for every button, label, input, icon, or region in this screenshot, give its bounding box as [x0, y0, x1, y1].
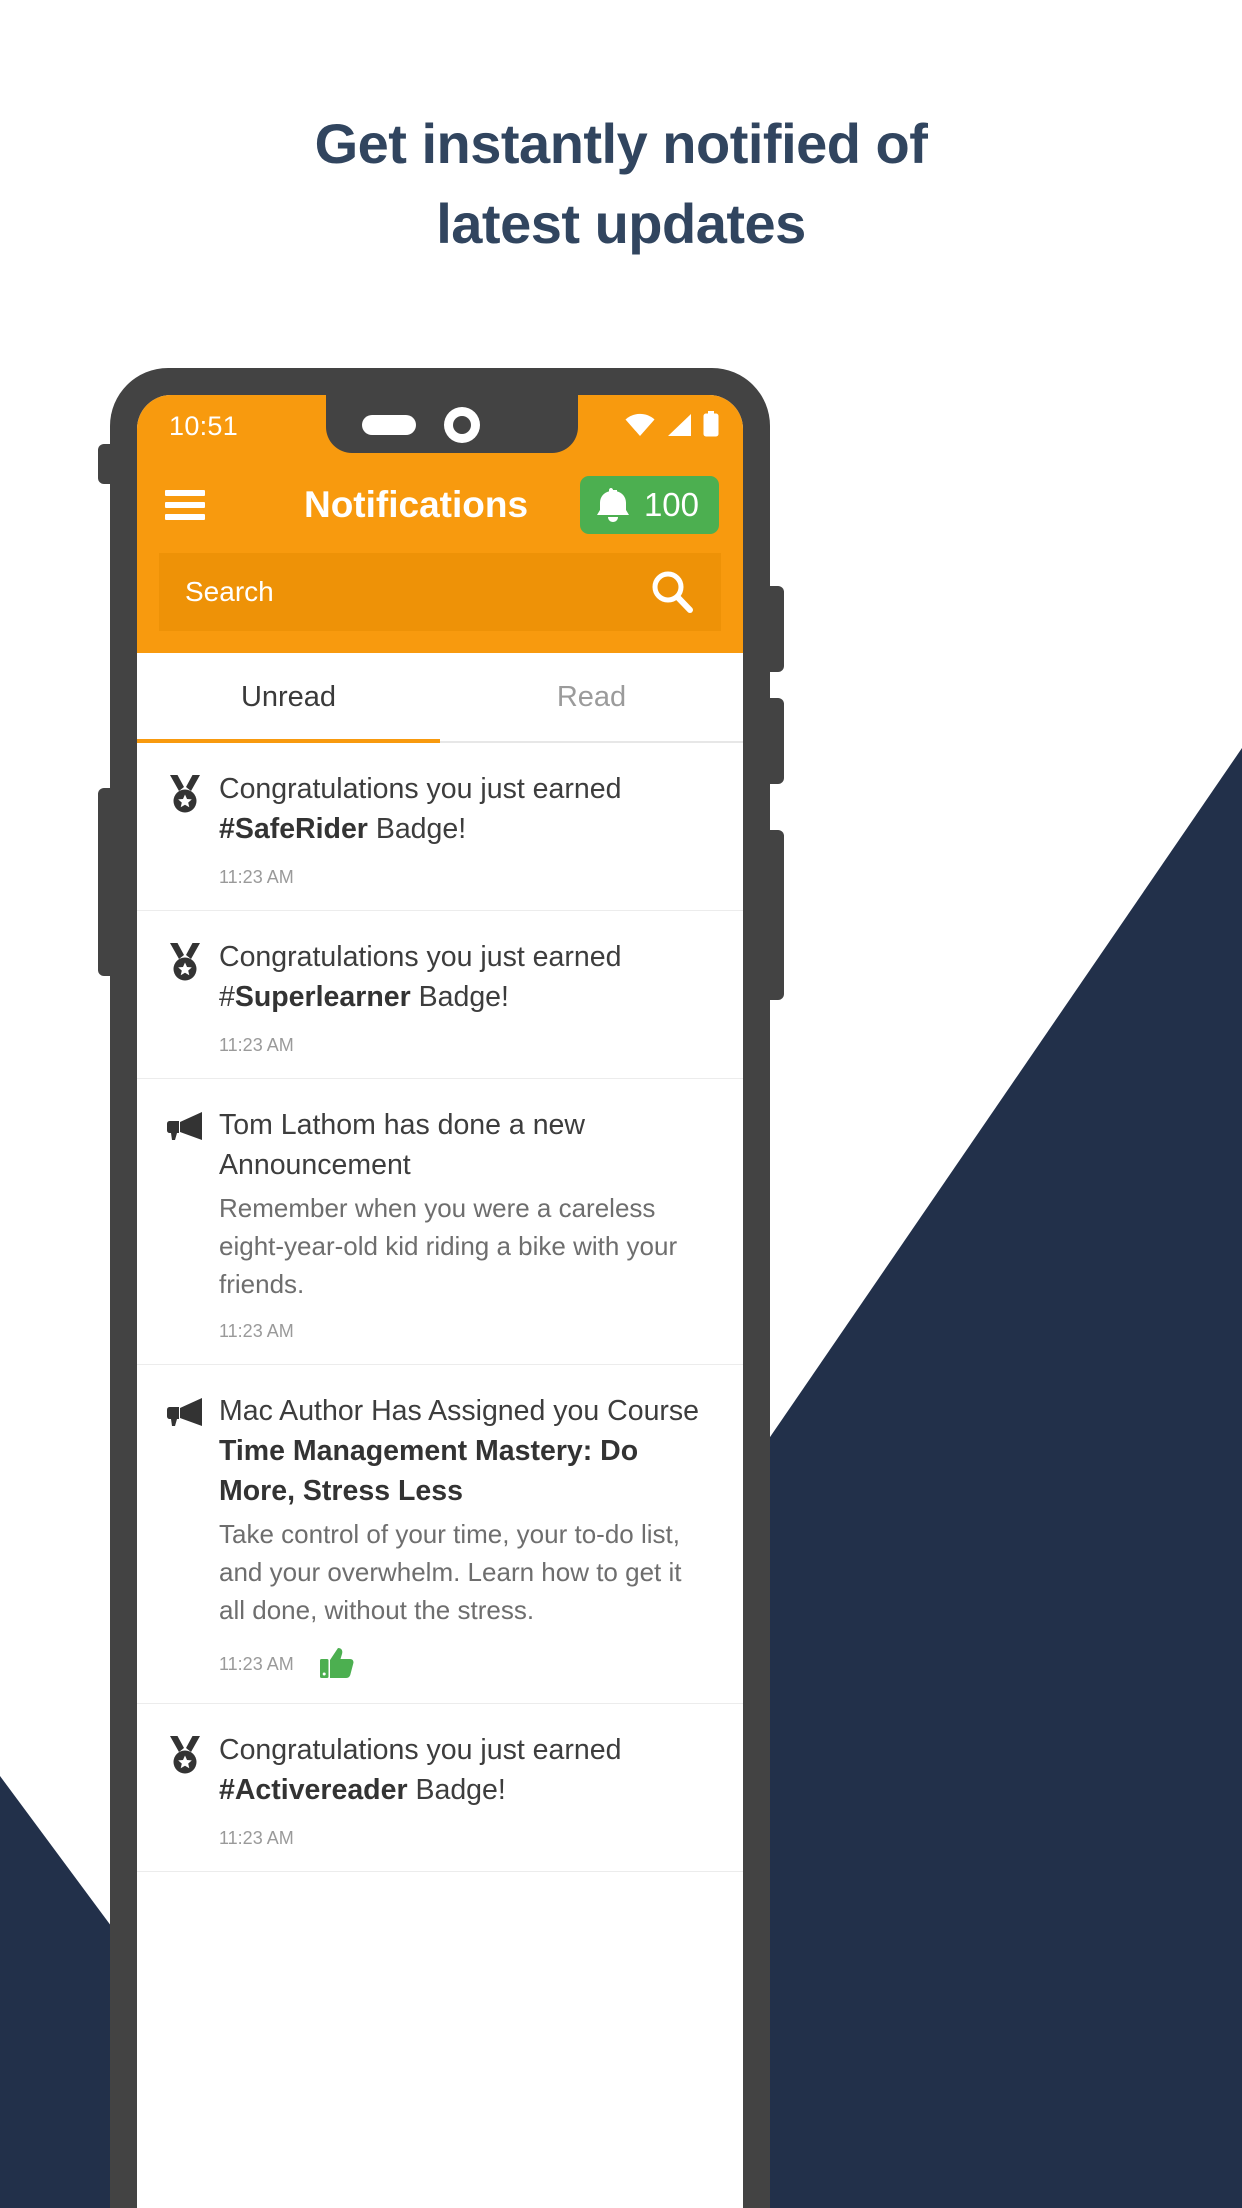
- notification-description: Take control of your time, your to-do li…: [219, 1519, 682, 1625]
- notification-type-icon: [163, 1391, 207, 1681]
- notification-item[interactable]: Congratulations you just earned #Activer…: [137, 1704, 743, 1872]
- notification-title-highlight: #Activereader: [219, 1774, 408, 1806]
- phone-screen: 10:51 Notifications 100 Search Unread Re…: [137, 395, 743, 2208]
- status-bar: 10:51: [137, 395, 743, 457]
- notification-reaction[interactable]: [319, 1647, 354, 1681]
- phone-volume-rocker-left[interactable]: [98, 788, 112, 976]
- notification-body: Congratulations you just earned #SafeRid…: [219, 769, 713, 888]
- notification-type-icon: [163, 769, 207, 888]
- notification-footer: 11:23 AM: [219, 1035, 713, 1056]
- notification-footer: 11:23 AM: [219, 1647, 713, 1681]
- medal-badge-icon: [170, 1736, 200, 1774]
- notification-timestamp: 11:23 AM: [219, 1828, 294, 1848]
- notification-footer: 11:23 AM: [219, 867, 713, 888]
- notification-item[interactable]: Congratulations you just earned #SafeRid…: [137, 743, 743, 911]
- notification-timestamp: 11:23 AM: [219, 1035, 294, 1055]
- hamburger-menu-icon[interactable]: [165, 490, 205, 520]
- notification-title: Mac Author Has Assigned you Course Time …: [219, 1395, 700, 1507]
- notification-timestamp: 11:23 AM: [219, 1653, 294, 1674]
- app-bar: Notifications 100: [137, 457, 743, 553]
- search-input[interactable]: [185, 576, 649, 608]
- page-title: Get instantly notified of latest updates: [0, 104, 1242, 264]
- notification-title: Tom Lathom has done a new Announcement: [219, 1109, 585, 1181]
- phone-mockup: 10:51 Notifications 100 Search Unread Re…: [98, 368, 784, 2208]
- page-title-line-2: latest updates: [436, 192, 806, 255]
- status-bar-icons: [625, 411, 719, 437]
- phone-left-button-top[interactable]: [98, 444, 112, 484]
- notification-item[interactable]: Mac Author Has Assigned you Course Time …: [137, 1365, 743, 1704]
- tab-unread[interactable]: Unread: [137, 653, 440, 743]
- notification-footer: 11:23 AM: [219, 1321, 713, 1342]
- notification-timestamp: 11:23 AM: [219, 867, 294, 887]
- notification-list: Congratulations you just earned #SafeRid…: [137, 743, 743, 1872]
- notification-timestamp: 11:23 AM: [219, 1321, 294, 1341]
- phone-volume-up-button[interactable]: [768, 586, 784, 672]
- tab-read[interactable]: Read: [440, 653, 743, 741]
- notification-item[interactable]: Congratulations you just earned #Superle…: [137, 911, 743, 1079]
- thumbs-up-icon[interactable]: [319, 1647, 354, 1681]
- notification-count: 100: [643, 486, 699, 523]
- medal-badge-icon: [170, 775, 200, 813]
- status-bar-time: 10:51: [169, 410, 239, 441]
- notification-title-highlight: Time Management Mastery: Do More, Stress…: [219, 1435, 639, 1507]
- notification-body: Congratulations you just earned #Activer…: [219, 1730, 713, 1849]
- notification-body: Congratulations you just earned #Superle…: [219, 937, 713, 1056]
- notification-footer: 11:23 AM: [219, 1828, 713, 1849]
- notification-type-icon: [163, 937, 207, 1056]
- notification-type-icon: [163, 1105, 207, 1342]
- search-bar[interactable]: [159, 553, 721, 631]
- phone-volume-down-button[interactable]: [768, 698, 784, 784]
- megaphone-icon: [167, 1112, 202, 1140]
- notification-body: Tom Lathom has done a new Announcement Re…: [219, 1105, 713, 1342]
- search-section: [137, 553, 743, 653]
- notification-count-badge[interactable]: 100: [579, 476, 719, 534]
- notification-title-highlight: Superlearner: [234, 981, 411, 1013]
- earpiece-speaker: [362, 415, 416, 435]
- notification-item[interactable]: Tom Lathom has done a new Announcement Re…: [137, 1079, 743, 1365]
- background-wedge-right: [722, 748, 1242, 2208]
- battery-icon: [703, 411, 719, 437]
- notification-title: Congratulations you just earned #Superle…: [219, 941, 622, 1013]
- medal-badge-icon: [170, 943, 200, 981]
- phone-notch: [326, 395, 578, 453]
- wifi-icon: [625, 413, 655, 436]
- notification-title-highlight: #SafeRider: [219, 813, 368, 845]
- front-camera-icon: [444, 407, 480, 443]
- phone-power-button[interactable]: [768, 830, 784, 1000]
- notification-description: Remember when you were a careless eight-…: [219, 1193, 678, 1299]
- notification-title: Congratulations you just earned #SafeRid…: [219, 773, 622, 845]
- notification-title: Congratulations you just earned #Activer…: [219, 1734, 622, 1806]
- notification-type-icon: [163, 1730, 207, 1849]
- page-root: Get instantly notified of latest updates…: [0, 0, 1242, 2208]
- tab-bar: Unread Read: [137, 653, 743, 743]
- notification-body: Mac Author Has Assigned you Course Time …: [219, 1391, 713, 1681]
- megaphone-icon: [167, 1398, 202, 1426]
- signal-icon: [668, 414, 691, 436]
- bell-icon: [596, 488, 629, 522]
- page-title-line-1: Get instantly notified of: [314, 112, 928, 175]
- search-icon[interactable]: [649, 569, 695, 615]
